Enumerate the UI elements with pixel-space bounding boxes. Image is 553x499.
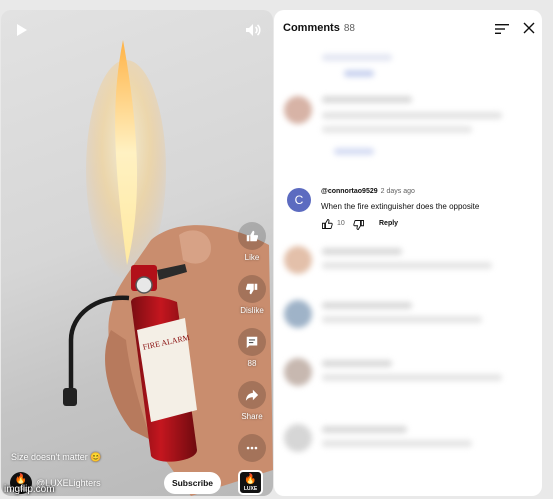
comments-header: Comments 88: [283, 22, 355, 34]
blurred-comment: [284, 354, 528, 394]
commenter-name[interactable]: @connortao9529: [321, 188, 378, 195]
thumbs-down-icon[interactable]: [238, 275, 266, 303]
app-frame: FIRE ALARM Like Dislike 88 Share Size do…: [0, 0, 553, 499]
blurred-comment: [284, 242, 528, 282]
comment-like-count: 10: [337, 220, 345, 227]
video-caption: Size doesn't matter 😊: [11, 452, 102, 462]
share-label: Share: [241, 412, 263, 421]
play-icon[interactable]: [11, 20, 31, 40]
like-label: Like: [244, 253, 260, 262]
comments-panel: Comments88 C @connortao95292 days ago: [274, 10, 542, 496]
thumbs-up-icon[interactable]: [321, 218, 333, 230]
watermark: imgflip.com: [4, 484, 55, 495]
blurred-comment: [284, 46, 528, 86]
share-icon[interactable]: [238, 381, 266, 409]
comment-icon[interactable]: [238, 328, 266, 356]
dislike-label: Dislike: [240, 306, 264, 315]
reply-button[interactable]: Reply: [379, 220, 398, 227]
commenter-avatar[interactable]: C: [287, 188, 311, 212]
comment-time: 2 days ago: [380, 188, 415, 195]
blurred-comment: [284, 420, 528, 460]
dislike-action[interactable]: Dislike: [237, 275, 267, 315]
more-action[interactable]: [237, 434, 267, 462]
commenter-handle[interactable]: @connortao9529 2 days ago: [321, 188, 415, 195]
sound-logo-text: LUXE: [243, 486, 258, 492]
video-frame: FIRE ALARM: [63, 40, 273, 496]
subscribe-button[interactable]: Subscribe: [164, 472, 221, 494]
video-player[interactable]: FIRE ALARM Like Dislike 88 Share Size do…: [1, 10, 273, 496]
like-action[interactable]: Like: [237, 222, 267, 262]
comment-actions: 10 Reply: [321, 218, 441, 232]
comment-thread: C @connortao9529 2 days ago When the fire…: [287, 186, 537, 236]
share-action[interactable]: Share: [237, 381, 267, 421]
pressure-gauge: [135, 276, 153, 294]
comment-text: When the fire extinguisher does the oppo…: [321, 202, 480, 211]
flame-logo-icon: 🔥: [244, 474, 257, 485]
sound-thumbnail[interactable]: 🔥 LUXE: [238, 470, 263, 495]
sort-icon[interactable]: [495, 23, 509, 35]
close-icon[interactable]: [523, 22, 535, 34]
volume-icon[interactable]: [243, 20, 263, 40]
blurred-comment: [284, 90, 528, 170]
thumbs-up-icon[interactable]: [238, 222, 266, 250]
comments-title: Comments: [283, 22, 340, 34]
thumbs-down-icon[interactable]: [353, 219, 365, 231]
hose-nozzle: [63, 388, 77, 406]
more-icon[interactable]: [238, 434, 266, 462]
comments-count: 88: [343, 23, 355, 34]
comments-action[interactable]: 88: [237, 328, 267, 368]
comments-count-label: 88: [247, 359, 257, 368]
blurred-comment: [284, 296, 528, 336]
